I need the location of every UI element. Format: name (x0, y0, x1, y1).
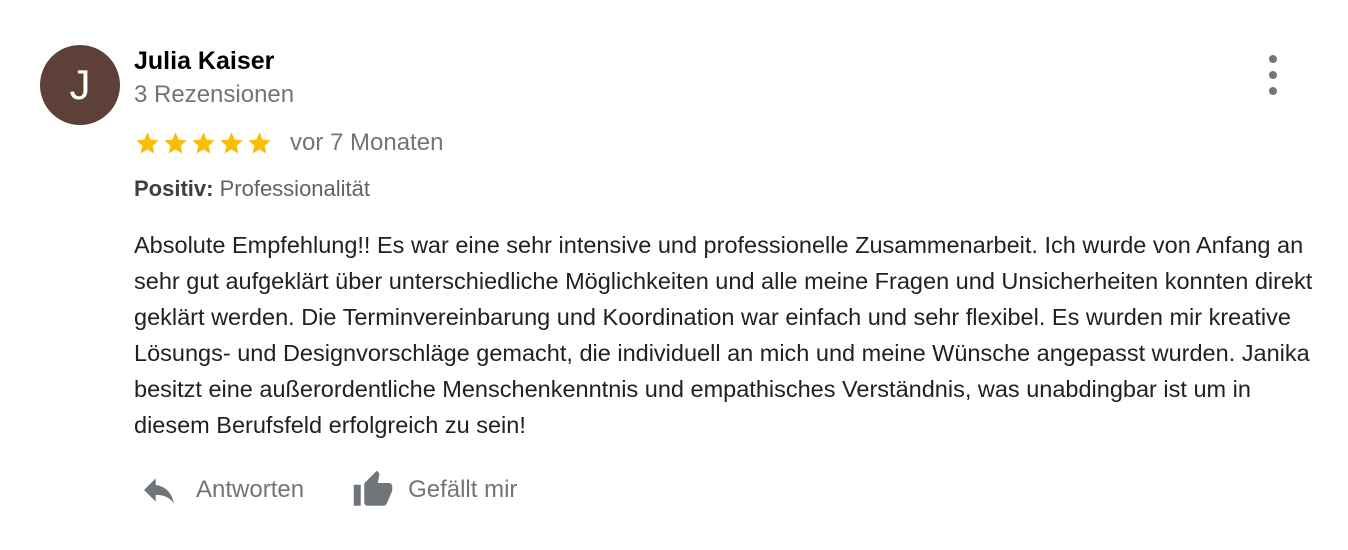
like-label: Gefällt mir (408, 476, 518, 503)
rating-row: vor 7 Monaten (134, 127, 443, 159)
star-icon (136, 131, 159, 154)
star-rating (134, 130, 273, 157)
review-count[interactable]: 3 Rezensionen (134, 80, 294, 110)
thumbs-up-icon (353, 470, 393, 506)
positive-attribute: Positiv: Professionalität (134, 174, 370, 204)
reply-button[interactable]: Antworten (134, 470, 304, 510)
avatar[interactable]: J (40, 45, 120, 125)
like-button[interactable]: Gefällt mir (350, 469, 517, 511)
reply-label: Antworten (196, 476, 305, 503)
positive-label: Positiv: (134, 176, 214, 201)
star-icon (248, 131, 271, 154)
author-name[interactable]: Julia Kaiser (134, 46, 274, 76)
star-icon (192, 131, 215, 154)
review-actions: Antworten Gefällt mir (134, 465, 517, 515)
star-icon (164, 131, 187, 154)
review-text: Absolute Empfehlung!! Es war eine sehr i… (134, 232, 1313, 438)
reply-arrow-icon (144, 478, 174, 504)
avatar-initial: J (69, 61, 91, 108)
star-icon (220, 131, 243, 154)
more-options-icon[interactable] (1260, 55, 1286, 95)
positive-value: Professionalität (219, 176, 371, 201)
review-time: vor 7 Monaten (290, 129, 444, 156)
